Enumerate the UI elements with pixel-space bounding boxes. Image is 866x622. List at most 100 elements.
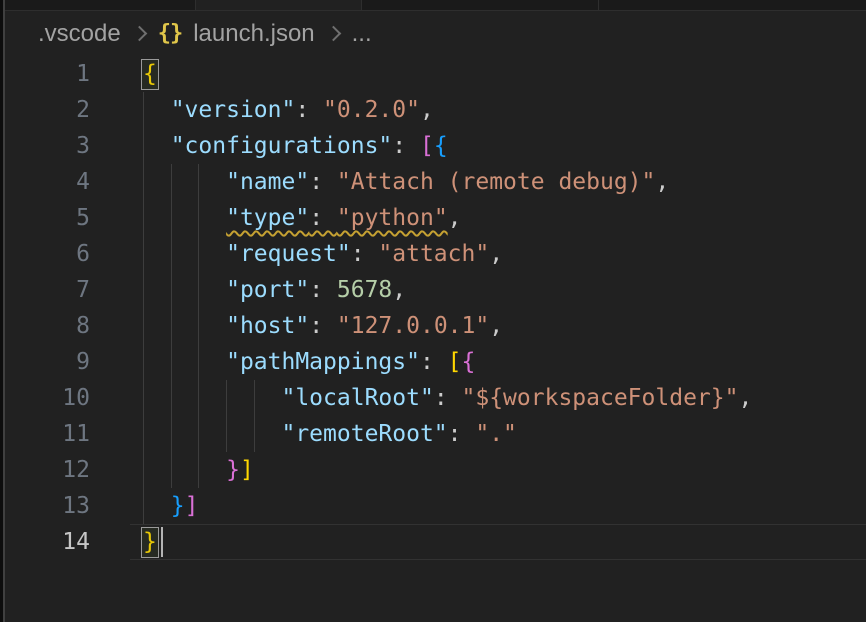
token: "${workspaceFolder}" [462,385,739,411]
text-cursor [161,527,163,557]
token: : [309,313,337,339]
token: "localRoot" [281,385,433,411]
line-number[interactable]: 9 [5,344,90,380]
tab-separator [361,0,362,10]
line-number[interactable]: 12 [5,452,90,488]
token: , [489,241,503,267]
line-number[interactable]: 14 [5,524,90,560]
token [143,277,226,303]
code-line-11[interactable]: 11 "remoteRoot": "." [5,416,866,452]
token: , [489,313,503,339]
token: { [462,349,476,375]
line-number[interactable]: 1 [5,56,90,92]
breadcrumb-folder[interactable]: .vscode [38,20,121,48]
token: : [392,133,420,159]
code-line-7[interactable]: 7 "port": 5678, [5,272,866,308]
token [143,349,226,375]
token: "Attach (remote debug)" [337,169,656,195]
line-number[interactable]: 5 [5,200,90,236]
line-number[interactable]: 11 [5,416,90,452]
warning-squiggle: "type": "python" [226,205,448,231]
code-line-4[interactable]: 4 "name": "Attach (remote debug)", [5,164,866,200]
token: "python" [337,205,448,231]
breadcrumb-file[interactable]: launch.json [193,20,314,48]
token [143,493,171,519]
code-text: }] [143,488,198,524]
token [143,457,226,483]
token: } [226,457,240,483]
line-number[interactable]: 3 [5,128,90,164]
code-line-10[interactable]: 10 "localRoot": "${workspaceFolder}", [5,380,866,416]
code-line-5[interactable]: 5 "type": "python", [5,200,866,236]
breadcrumb-symbol-ellipsis[interactable]: ... [352,20,372,48]
code-line-14[interactable]: 14} [5,524,866,560]
token: : [309,277,337,303]
token: "127.0.0.1" [337,313,489,339]
token: : [351,241,379,267]
token [143,169,226,195]
token: ] [185,493,199,519]
code-editor[interactable]: 1{2 "version": "0.2.0",3 "configurations… [5,56,866,622]
line-number[interactable]: 7 [5,272,90,308]
token: ] [240,457,254,483]
breadcrumb: .vscode {} launch.json ... [5,11,866,56]
code-line-13[interactable]: 13 }] [5,488,866,524]
code-line-3[interactable]: 3 "configurations": [{ [5,128,866,164]
code-line-9[interactable]: 9 "pathMappings": [{ [5,344,866,380]
token: , [738,385,752,411]
token: "pathMappings" [226,349,420,375]
chevron-right-icon [325,26,341,42]
line-number[interactable]: 6 [5,236,90,272]
code-line-8[interactable]: 8 "host": "127.0.0.1", [5,308,866,344]
token [143,421,281,447]
token: { [434,133,448,159]
token: , [448,205,462,231]
tab-separator [195,0,196,10]
token: 5678 [337,277,392,303]
token: "attach" [378,241,489,267]
code-text: } [143,524,157,560]
token [143,241,226,267]
json-file-icon: {} [158,21,183,46]
line-number[interactable]: 2 [5,92,90,128]
token: "request" [226,241,351,267]
tab-separator [598,0,599,10]
line-number[interactable]: 4 [5,164,90,200]
code-line-6[interactable]: 6 "request": "attach", [5,236,866,272]
code-text: "type": "python", [143,200,462,236]
matched-bracket: { [143,61,157,87]
code-text: { [143,56,157,92]
code-line-12[interactable]: 12 }] [5,452,866,488]
token: : [309,169,337,195]
code-line-2[interactable]: 2 "version": "0.2.0", [5,92,866,128]
chevron-right-icon [131,26,147,42]
code-text: "port": 5678, [143,272,406,308]
code-text: "remoteRoot": "." [143,416,517,452]
code-text: }] [143,452,254,488]
token [143,205,226,231]
token: "port" [226,277,309,303]
token: "." [475,421,517,447]
token [143,97,171,123]
matched-bracket: } [143,529,157,555]
code-text: "localRoot": "${workspaceFolder}", [143,380,752,416]
token [143,313,226,339]
line-number[interactable]: 8 [5,308,90,344]
code-line-1[interactable]: 1{ [5,56,866,92]
token: "type" [226,205,309,231]
token: , [655,169,669,195]
line-number[interactable]: 13 [5,488,90,524]
code-text: "version": "0.2.0", [143,92,434,128]
token: , [420,97,434,123]
code-text: "pathMappings": [{ [143,344,475,380]
token [143,385,281,411]
token: , [392,277,406,303]
token: "host" [226,313,309,339]
code-text: "host": "127.0.0.1", [143,308,503,344]
line-number[interactable]: 10 [5,380,90,416]
token: : [295,97,323,123]
token: : [420,349,448,375]
token: : [309,205,337,231]
tab-bar[interactable] [5,0,866,11]
active-tab-bottom[interactable] [196,0,361,10]
